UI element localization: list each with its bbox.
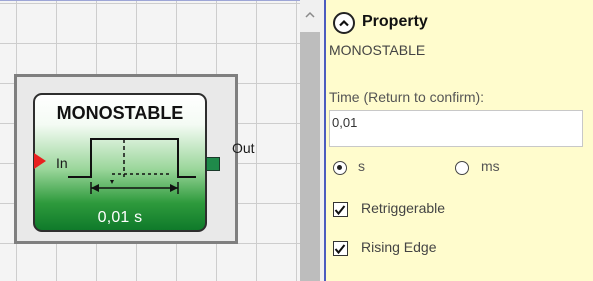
unit-radio-s[interactable]: [333, 161, 347, 175]
output-port-label: Out: [232, 140, 255, 156]
input-port-label: In: [56, 155, 68, 171]
collapse-property-button[interactable]: [333, 12, 355, 34]
rising-edge-label: Rising Edge: [361, 239, 437, 255]
input-port-arrow-icon[interactable]: [34, 153, 46, 169]
chevron-up-icon: [339, 19, 349, 27]
unit-radio-s-label: s: [358, 158, 365, 174]
panel-title: Property: [362, 13, 428, 30]
retriggerable-checkbox[interactable]: [333, 202, 348, 217]
output-port[interactable]: [206, 157, 220, 171]
rising-edge-checkbox[interactable]: [333, 241, 348, 256]
unit-radio-ms[interactable]: [455, 161, 469, 175]
unit-radio-ms-label: ms: [481, 158, 500, 174]
checkmark-icon: [334, 244, 346, 255]
retriggerable-label: Retriggerable: [361, 200, 446, 216]
scrollbar-thumb[interactable]: [300, 32, 320, 281]
scroll-up-arrow-icon[interactable]: [302, 6, 318, 22]
checkmark-icon: [334, 205, 346, 216]
time-input[interactable]: 0,01: [329, 110, 583, 147]
time-field-label: Time (Return to confirm):: [329, 89, 485, 105]
panel-subtitle: MONOSTABLE: [329, 42, 426, 58]
